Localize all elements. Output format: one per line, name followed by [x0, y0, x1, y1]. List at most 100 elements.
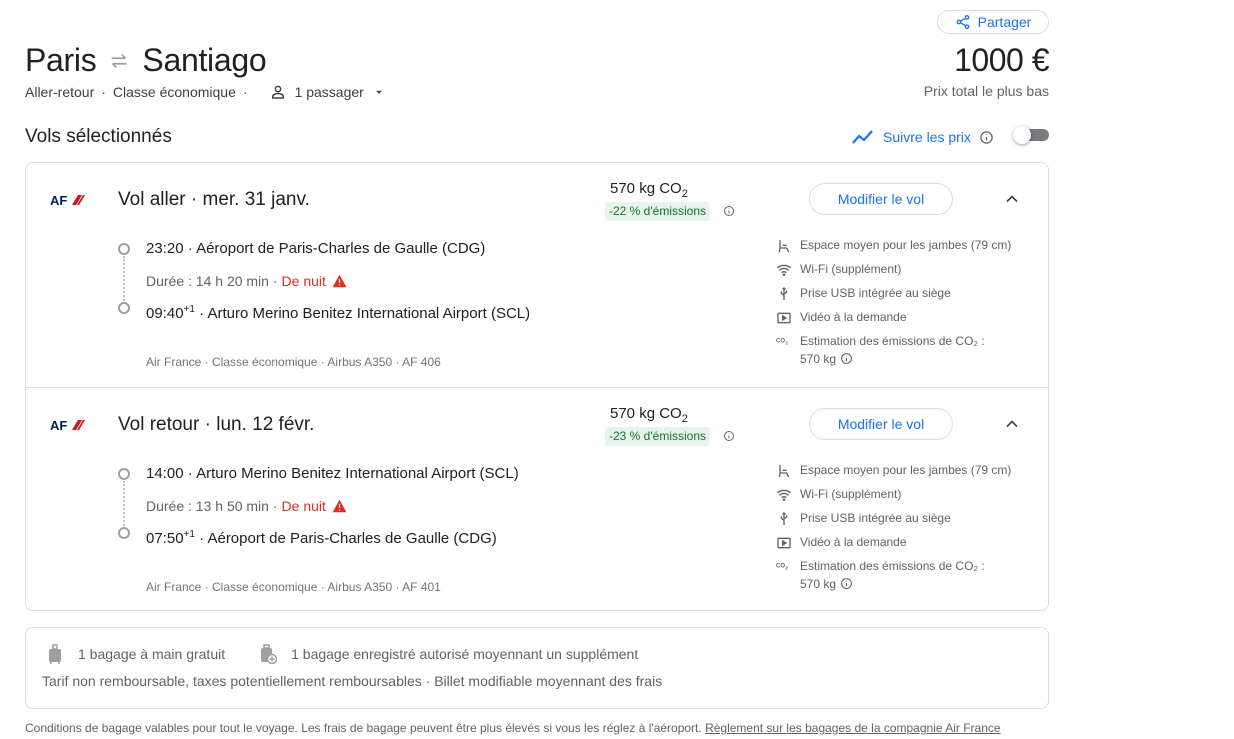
svg-text:AF: AF [50, 418, 67, 432]
separator: · [187, 240, 197, 257]
amenity-usb: Prise USB intégrée au siège [776, 286, 1036, 310]
timeline-line [123, 481, 125, 526]
leg-title: Vol retour · lun. 12 févr. [118, 414, 314, 436]
usb-icon [780, 287, 788, 300]
separator: · [101, 84, 106, 100]
amenity-label: Estimation des émissions de CO₂ : [800, 559, 985, 573]
warning-icon [332, 274, 347, 288]
info-icon[interactable] [979, 130, 994, 145]
amenity-label: Prise USB intégrée au siège [800, 511, 951, 525]
day-offset: +1 [183, 304, 195, 315]
swap-arrows-icon [112, 53, 127, 68]
info-icon[interactable] [840, 577, 853, 590]
track-prices[interactable]: Suivre les prix [851, 127, 994, 147]
departure-stop: 14:00 · Arturo Merino Benitez Internatio… [146, 465, 519, 482]
toggle-knob [1013, 126, 1031, 144]
departure-time: 14:00 [146, 465, 184, 482]
separator: · [268, 498, 278, 514]
cabin-class: Classe économique [112, 84, 236, 100]
flight-details: Air France · Classe économique · Airbus … [146, 580, 441, 594]
air-france-logo: AF [50, 193, 85, 207]
amenity-label: Wi-Fi (supplément) [800, 487, 902, 501]
trip-meta: Aller-retour · Classe économique · 1 pas… [25, 83, 386, 101]
flight-details: Air France · Classe économique · Airbus … [146, 355, 441, 369]
day-offset: +1 [183, 529, 195, 540]
overnight-label: De nuit [281, 273, 326, 289]
arrival-time: 09:40 [146, 305, 184, 322]
leg-label: Vol retour [118, 414, 200, 435]
amenities-list: Espace moyen pour les jambes (79 cm) Wi-… [776, 463, 1036, 597]
chevron-up-icon[interactable] [1002, 189, 1022, 209]
emissions-badge: -22 % d'émissions [605, 202, 710, 221]
timeline-line [123, 256, 125, 301]
track-prices-toggle[interactable] [1013, 126, 1049, 144]
departure-time: 23:20 [146, 240, 184, 257]
return-leg: AF Vol retour · lun. 12 févr. 570 kg CO2… [26, 387, 1048, 611]
co2-value: 570 kg CO2 [610, 180, 688, 200]
leg-date: lun. 12 févr. [216, 414, 315, 435]
video-icon [777, 537, 791, 549]
total-price: 1000 € [954, 42, 1049, 78]
emissions-badge: -23 % d'émissions [605, 427, 710, 446]
outbound-leg: AF Vol aller · mer. 31 janv. 570 kg CO2 … [26, 163, 1048, 387]
arrival-stop: 09:40+1 · Arturo Merino Benitez Internat… [146, 304, 530, 322]
duration-text: Durée : 13 h 50 min [146, 498, 269, 514]
separator: · [242, 84, 248, 100]
share-icon [956, 15, 969, 29]
info-icon[interactable] [840, 352, 853, 365]
passenger-selector[interactable]: 1 passager [269, 83, 386, 101]
modify-flight-button[interactable]: Modifier le vol [809, 183, 953, 215]
trip-type: Aller-retour [25, 84, 95, 100]
flight-duration: Durée : 13 h 50 min · De nuit [146, 498, 347, 514]
seat-icon [778, 465, 790, 478]
overnight-label: De nuit [281, 498, 326, 514]
track-prices-label: Suivre les prix [883, 129, 971, 145]
air-france-logo: AF [50, 418, 85, 432]
amenity-label: Prise USB intégrée au siège [800, 286, 951, 300]
share-label: Partager [977, 14, 1032, 30]
chevron-up-icon[interactable] [1002, 414, 1022, 434]
amenity-label: Estimation des émissions de CO₂ : [800, 334, 985, 348]
warning-icon [332, 499, 347, 513]
destination-city: Santiago [142, 42, 267, 78]
amenity-legroom: Espace moyen pour les jambes (79 cm) [776, 238, 1036, 262]
departure-airport: Arturo Merino Benitez International Airp… [196, 465, 519, 482]
info-icon[interactable] [723, 430, 735, 442]
checked-bag-label: 1 bagage enregistré autorisé moyennant u… [291, 646, 639, 662]
amenity-usb: Prise USB intégrée au siège [776, 511, 1036, 535]
arrival-dot [118, 527, 130, 539]
origin-city: Paris [25, 42, 97, 78]
modify-flight-button[interactable]: Modifier le vol [809, 408, 953, 440]
leg-title: Vol aller · mer. 31 janv. [118, 189, 310, 211]
wifi-icon [776, 489, 792, 501]
co2-icon: CO 2 [776, 339, 788, 346]
amenity-video: Vidéo à la demande [776, 535, 1036, 559]
amenity-label: Espace moyen pour les jambes (79 cm) [800, 463, 1012, 477]
baggage-policy-link[interactable]: Règlement sur les bagages de la compagni… [705, 721, 1001, 735]
baggage-footer: Conditions de bagage valables pour tout … [25, 721, 1001, 735]
duration-text: Durée : 14 h 20 min [146, 273, 269, 289]
amenity-label: Wi-Fi (supplément) [800, 262, 902, 276]
departure-dot [118, 468, 130, 480]
baggage-allowance: 1 bagage à main gratuit 1 bagage enregis… [46, 644, 638, 664]
video-icon [777, 312, 791, 324]
departure-stop: 23:20 · Aéroport de Paris-Charles de Gau… [146, 240, 485, 257]
total-price-label: Prix total le plus bas [923, 83, 1049, 99]
fare-conditions: Tarif non remboursable, taxes potentiell… [42, 673, 663, 689]
co2-amount: 570 kg [800, 577, 837, 591]
info-icon[interactable] [723, 205, 735, 217]
amenity-label: Espace moyen pour les jambes (79 cm) [800, 238, 1012, 252]
arrival-airport: Aéroport de Paris-Charles de Gaulle (CDG… [207, 530, 497, 547]
carry-on-bag-icon [49, 644, 61, 664]
seat-icon [778, 240, 790, 253]
leg-date: mer. 31 janv. [202, 189, 310, 210]
share-button[interactable]: Partager [937, 10, 1049, 34]
svg-text:AF: AF [50, 193, 67, 207]
arrival-stop: 07:50+1 · Aéroport de Paris-Charles de G… [146, 529, 497, 547]
svg-text:CO: CO [776, 339, 785, 345]
separator: · [268, 273, 278, 289]
leg-label: Vol aller [118, 189, 186, 210]
checked-bag-icon [261, 644, 278, 664]
flight-duration: Durée : 14 h 20 min · De nuit [146, 273, 347, 289]
separator: · [190, 189, 203, 210]
